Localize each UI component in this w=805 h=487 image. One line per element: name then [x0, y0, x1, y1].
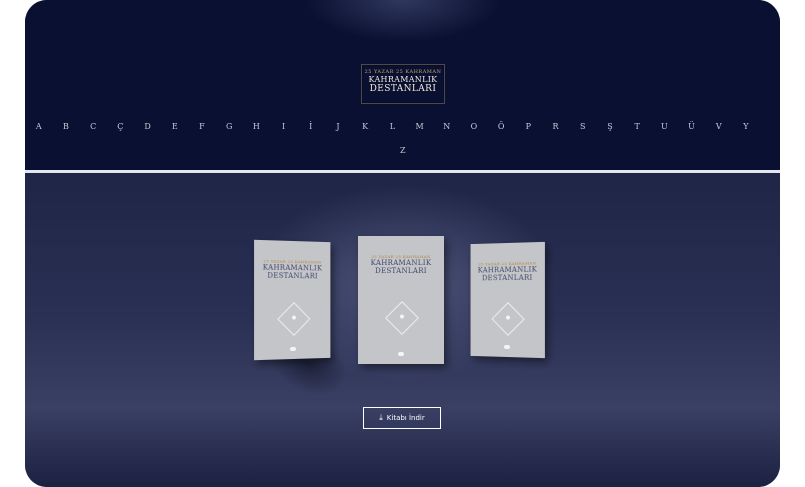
- ornament-icon: [385, 301, 419, 335]
- download-icon: ⤓: [379, 413, 383, 422]
- alphabet-letter-27[interactable]: Y: [738, 122, 754, 131]
- alphabet-letter-16[interactable]: N: [439, 122, 455, 131]
- alphabet-letter-2[interactable]: B: [58, 122, 74, 131]
- header: 25 YAZAR 25 KAHRAMAN KAHRAMANLIK DESTANL…: [25, 0, 780, 170]
- alphabet-letter-18[interactable]: Ö: [493, 122, 509, 131]
- alphabet-letter-19[interactable]: P: [521, 122, 537, 131]
- alphabet-letter-4[interactable]: Ç: [113, 122, 129, 131]
- book-title-line1: KAHRAMANLIK: [370, 259, 432, 267]
- alphabet-letter-8[interactable]: G: [221, 122, 237, 131]
- alphabet-letter-1[interactable]: A: [31, 122, 47, 131]
- alphabet-letter-15[interactable]: M: [412, 122, 428, 131]
- site-logo[interactable]: 25 YAZAR 25 KAHRAMAN KAHRAMANLIK DESTANL…: [361, 64, 445, 104]
- alphabet-letter-20[interactable]: R: [548, 122, 564, 131]
- alphabet-letter-13[interactable]: K: [357, 122, 373, 131]
- alphabet-nav: ABCÇDEFGHIİJKLMNOÖPRSŞTUÜVY: [25, 118, 780, 140]
- alphabet-nav-row2: Z: [25, 144, 780, 160]
- download-button-label: Kitabı İndir: [386, 414, 425, 422]
- publisher-mark-icon: [398, 352, 404, 356]
- publisher-mark-icon: [504, 344, 510, 350]
- alphabet-letter-6[interactable]: E: [167, 122, 183, 131]
- alphabet-letter-11[interactable]: İ: [303, 122, 319, 131]
- page-frame: 25 YAZAR 25 KAHRAMAN KAHRAMANLIK DESTANL…: [25, 0, 780, 487]
- alphabet-letter-3[interactable]: C: [85, 122, 101, 131]
- book-cover-center: 25 YAZAR 25 KAHRAMAN KAHRAMANLIK DESTANL…: [358, 236, 444, 364]
- book-title-line2: DESTANLARI: [482, 273, 533, 283]
- alphabet-letter-22[interactable]: Ş: [602, 122, 618, 131]
- book-title-line2: DESTANLARI: [267, 271, 318, 281]
- book-showcase: 25 YAZAR 25 KAHRAMAN KAHRAMANLIK DESTANL…: [25, 173, 780, 487]
- alphabet-letter-21[interactable]: S: [575, 122, 591, 131]
- alphabet-letter-23[interactable]: T: [629, 122, 645, 131]
- download-book-button[interactable]: ⤓ Kitabı İndir: [363, 407, 441, 429]
- ornament-icon: [277, 302, 311, 336]
- alphabet-letter-24[interactable]: U: [657, 122, 673, 131]
- ornament-icon: [491, 302, 525, 336]
- book-cover-right: 25 YAZAR 25 KAHRAMAN KAHRAMANLIK DESTANL…: [470, 241, 545, 359]
- logo-title-line2: DESTANLARI: [369, 84, 437, 94]
- alphabet-letter-9[interactable]: H: [249, 122, 265, 131]
- publisher-mark-icon: [290, 346, 296, 352]
- alphabet-letter-25[interactable]: Ü: [684, 122, 700, 131]
- alphabet-letter-12[interactable]: J: [330, 122, 346, 131]
- alphabet-letter-26[interactable]: V: [711, 122, 727, 131]
- book-title-line2: DESTANLARI: [375, 267, 427, 275]
- alphabet-letter-14[interactable]: L: [385, 122, 401, 131]
- book-cover-left: 25 YAZAR 25 KAHRAMAN KAHRAMANLIK DESTANL…: [254, 239, 331, 361]
- alphabet-letter-17[interactable]: O: [466, 122, 482, 131]
- alphabet-letter-7[interactable]: F: [194, 122, 210, 131]
- alphabet-letter-10[interactable]: I: [276, 122, 292, 131]
- alphabet-letter-z[interactable]: Z: [395, 146, 411, 155]
- logo-title-line1: KAHRAMANLIK: [368, 75, 438, 84]
- alphabet-letter-5[interactable]: D: [140, 122, 156, 131]
